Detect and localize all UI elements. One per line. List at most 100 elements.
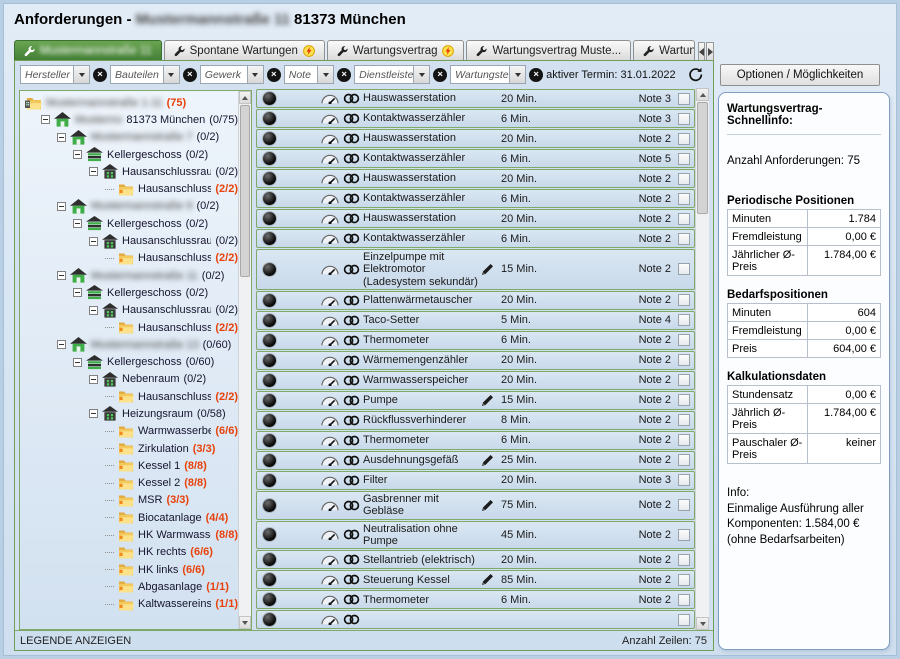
clear-filter-icon[interactable]: × — [267, 68, 281, 82]
tree-item[interactable]: Kellergeschoss(0/2) — [22, 284, 238, 301]
list-scrollbar[interactable] — [695, 88, 709, 630]
tree-item[interactable]: Mustermannstraße 11(0/2) — [22, 267, 238, 284]
tab-scroll-right-button[interactable] — [706, 42, 714, 61]
tree-collapse-icon[interactable] — [89, 375, 98, 384]
maintenance-row[interactable]: Stellantrieb (elektrisch)20 Min.Note 2 — [256, 550, 695, 569]
row-checkbox[interactable] — [678, 529, 690, 541]
tree-collapse-icon[interactable] — [57, 271, 66, 280]
row-checkbox[interactable] — [678, 574, 690, 586]
tree-item[interactable]: HK rechts(6/6) — [22, 544, 238, 561]
tree-collapse-icon[interactable] — [57, 202, 66, 211]
maintenance-row[interactable]: Ausdehnungsgefäß25 Min.Note 2 — [256, 451, 695, 470]
maintenance-row[interactable]: Hauswasserstation20 Min.Note 2 — [256, 129, 695, 148]
clear-filter-icon[interactable]: × — [433, 68, 447, 82]
tree-item[interactable]: Heizungsraum(0/58) — [22, 405, 238, 422]
tree-item[interactable]: Hausanschluss(2/2) — [22, 388, 238, 405]
tree-collapse-icon[interactable] — [73, 358, 82, 367]
maintenance-row[interactable]: Warmwasserspeicher20 Min.Note 2 — [256, 371, 695, 390]
tab-scroll-left-button[interactable] — [698, 42, 706, 61]
filter-wartungstern-select[interactable]: Wartungstern — [450, 65, 526, 84]
tree-collapse-icon[interactable] — [41, 115, 50, 124]
tree-item[interactable]: HK links(6/6) — [22, 561, 238, 578]
row-checkbox[interactable] — [678, 173, 690, 185]
maintenance-row[interactable]: Taco-Setter5 Min.Note 4 — [256, 311, 695, 330]
maintenance-row[interactable]: Hauswasserstation20 Min.Note 2 — [256, 209, 695, 228]
tree-scrollbar[interactable] — [238, 91, 251, 629]
row-checkbox[interactable] — [678, 394, 690, 406]
chevron-down-icon[interactable] — [317, 66, 333, 83]
maintenance-row[interactable]: Thermometer6 Min.Note 2 — [256, 331, 695, 350]
tree-item[interactable]: Mustermannstraße 1181373 München(0/75) — [22, 111, 238, 128]
row-checkbox[interactable] — [678, 594, 690, 606]
tab-3[interactable]: Wartungsvertrag — [327, 40, 465, 61]
row-checkbox[interactable] — [678, 414, 690, 426]
row-checkbox[interactable] — [678, 454, 690, 466]
maintenance-row[interactable]: Kontaktwasserzähler6 Min.Note 3 — [256, 109, 695, 128]
row-checkbox[interactable] — [678, 213, 690, 225]
filter-bauteilen-select[interactable]: Bauteilen — [110, 65, 180, 84]
chevron-down-icon[interactable] — [73, 66, 89, 83]
tree-item[interactable]: Hausanschluss(2/2) — [22, 319, 238, 336]
tree-item[interactable]: Zirkulation(3/3) — [22, 440, 238, 457]
tree-item[interactable]: Warmwasserbereitung(6/6) — [22, 423, 238, 440]
maintenance-row[interactable]: Kontaktwasserzähler6 Min.Note 2 — [256, 189, 695, 208]
row-checkbox[interactable] — [678, 334, 690, 346]
row-checkbox[interactable] — [678, 474, 690, 486]
tab-1[interactable]: Mustermannstraße 11 — [14, 40, 162, 61]
maintenance-row[interactable]: Thermometer6 Min.Note 2 — [256, 590, 695, 609]
tree-item[interactable]: MSR(3/3) — [22, 492, 238, 509]
scrollbar-thumb[interactable] — [697, 102, 708, 214]
maintenance-row[interactable]: Kontaktwasserzähler6 Min.Note 5 — [256, 149, 695, 168]
tree-collapse-icon[interactable] — [89, 237, 98, 246]
tree-collapse-icon[interactable] — [89, 167, 98, 176]
clear-filter-icon[interactable]: × — [183, 68, 197, 82]
tree-collapse-icon[interactable] — [73, 150, 82, 159]
clear-filter-icon[interactable]: × — [93, 68, 107, 82]
legend-toggle[interactable]: LEGENDE ANZEIGEN — [15, 635, 131, 647]
clear-filter-icon[interactable]: × — [529, 68, 543, 82]
maintenance-row[interactable]: Kontaktwasserzähler6 Min.Note 2 — [256, 229, 695, 248]
tree-item[interactable]: Mustermannstraße 1-11(75) — [22, 94, 238, 111]
scrollbar-thumb[interactable] — [240, 105, 250, 277]
maintenance-row[interactable]: Pumpe15 Min.Note 2 — [256, 391, 695, 410]
tree-item[interactable]: Kellergeschoss(0/2) — [22, 215, 238, 232]
row-checkbox[interactable] — [678, 354, 690, 366]
tree-item[interactable]: Mustermannstraße 9(0/2) — [22, 198, 238, 215]
tree-item[interactable]: HK Warmwasserbereitung(8/8) — [22, 526, 238, 543]
maintenance-row[interactable]: Gasbrenner mit Gebläse75 Min.Note 2 — [256, 491, 695, 520]
tree-item[interactable]: Mustermannstraße 13(0/60) — [22, 336, 238, 353]
tree-item[interactable]: Biocatanlage(4/4) — [22, 509, 238, 526]
tab-2[interactable]: Spontane Wartungen — [164, 40, 325, 61]
row-checkbox[interactable] — [678, 499, 690, 511]
row-checkbox[interactable] — [678, 434, 690, 446]
row-checkbox[interactable] — [678, 263, 690, 275]
maintenance-row[interactable]: Plattenwärmetauscher20 Min.Note 2 — [256, 291, 695, 310]
chevron-down-icon[interactable] — [413, 66, 429, 83]
row-checkbox[interactable] — [678, 153, 690, 165]
maintenance-row[interactable]: Hauswasserstation20 Min.Note 2 — [256, 169, 695, 188]
maintenance-row[interactable]: Rückflussverhinderer8 Min.Note 2 — [256, 411, 695, 430]
tree-item[interactable]: Abgasanlage(1/1) — [22, 578, 238, 595]
row-checkbox[interactable] — [678, 133, 690, 145]
tree-item[interactable]: Kessel 2(8/8) — [22, 475, 238, 492]
scroll-up-icon[interactable] — [696, 88, 709, 101]
tree-item[interactable]: Hausanschlussraum(0/2) — [22, 163, 238, 180]
maintenance-row[interactable]: Neutralisation ohne Pumpe45 Min.Note 2 — [256, 521, 695, 550]
maintenance-row[interactable] — [256, 610, 695, 629]
row-checkbox[interactable] — [678, 233, 690, 245]
row-checkbox[interactable] — [678, 113, 690, 125]
tree-item[interactable]: Hausanschluss(2/2) — [22, 180, 238, 197]
row-checkbox[interactable] — [678, 93, 690, 105]
tree-collapse-icon[interactable] — [57, 340, 66, 349]
row-checkbox[interactable] — [678, 614, 690, 626]
row-checkbox[interactable] — [678, 294, 690, 306]
scroll-down-icon[interactable] — [696, 617, 709, 630]
chevron-down-icon[interactable] — [163, 66, 179, 83]
maintenance-row[interactable]: Steuerung Kessel85 Min.Note 2 — [256, 570, 695, 589]
maintenance-row[interactable]: Einzelpumpe mit Elektromotor (Ladesystem… — [256, 249, 695, 290]
tree-item[interactable]: Hausanschlussraum(0/2) — [22, 302, 238, 319]
tree-item[interactable]: Kessel 1(8/8) — [22, 457, 238, 474]
tree-item[interactable]: Hausanschlussraum(0/2) — [22, 232, 238, 249]
maintenance-row[interactable]: Filter20 Min.Note 3 — [256, 471, 695, 490]
scroll-down-icon[interactable] — [239, 616, 251, 629]
